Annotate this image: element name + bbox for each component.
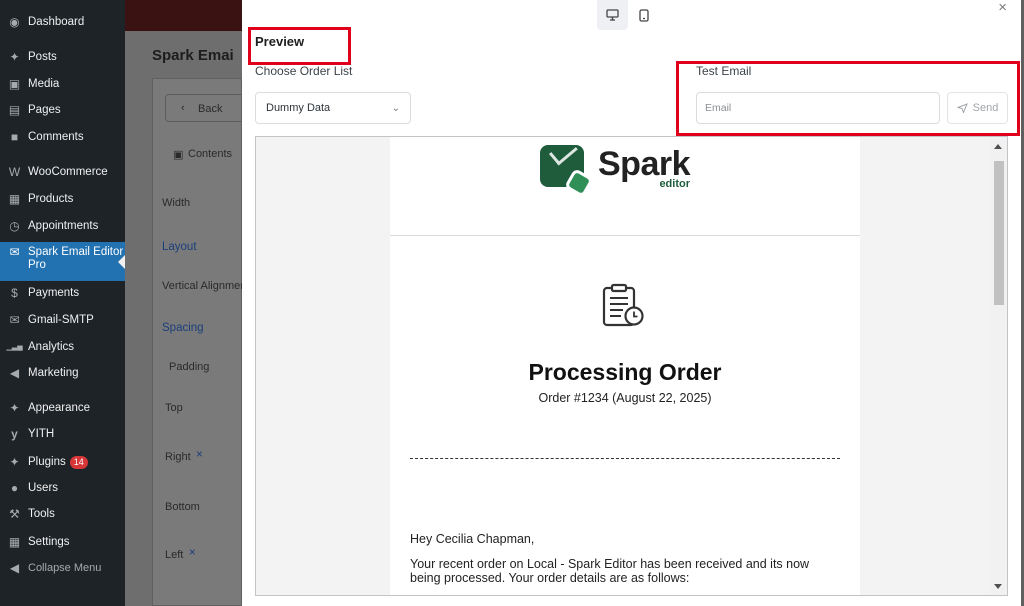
- email-header-divider: [390, 235, 860, 236]
- email-body-text: Your recent order on Local - Spark Edito…: [410, 557, 810, 585]
- send-icon: [956, 103, 968, 113]
- sidebar-item-appearance[interactable]: ✦ Appearance: [0, 402, 125, 415]
- sidebar-item-gmail-smtp[interactable]: ✉ Gmail-SMTP: [0, 314, 125, 327]
- page-title: Spark Emai: [152, 47, 234, 64]
- spark-icon: ✉: [9, 245, 20, 259]
- sidebar-item-analytics[interactable]: ▁▃▅ Analytics: [0, 341, 125, 354]
- clock-icon: ◷: [9, 219, 20, 233]
- brush-icon: ✦: [9, 401, 20, 415]
- payments-icon: $: [11, 286, 18, 300]
- sidebar-item-tools[interactable]: ⚒ Tools: [0, 508, 125, 521]
- sidebar-collapse-menu[interactable]: ◀ Collapse Menu: [0, 562, 125, 575]
- send-label: Send: [972, 102, 999, 114]
- sidebar-item-appointments[interactable]: ◷ Appointments: [0, 220, 125, 233]
- email-greeting: Hey Cecilia Chapman,: [410, 532, 535, 546]
- woocommerce-icon: W: [8, 165, 21, 179]
- order-list-select[interactable]: Dummy Data ⌄: [255, 92, 411, 124]
- vertical-alignment-label: Vertical Alignmer: [162, 280, 244, 292]
- send-button[interactable]: Send: [947, 92, 1008, 124]
- settings-icon: ▦: [8, 535, 21, 549]
- clipboard-clock-icon: [602, 283, 644, 327]
- order-list-value: Dummy Data: [266, 102, 331, 114]
- spacing-heading: Spacing: [162, 322, 204, 334]
- dashed-divider: [410, 458, 840, 459]
- products-icon: ▦: [8, 192, 21, 206]
- tab-contents[interactable]: Contents: [188, 148, 232, 160]
- email-heading: Processing Order: [528, 359, 722, 385]
- tools-icon: ⚒: [9, 507, 20, 521]
- desktop-icon: [606, 9, 619, 21]
- unlink-left-icon[interactable]: ×: [189, 547, 196, 559]
- email-preview-frame[interactable]: Spark editor Processing Order Order #123…: [255, 136, 1008, 596]
- sidebar-item-posts[interactable]: ✦ Posts: [0, 51, 125, 64]
- modal-title: Preview: [255, 34, 305, 49]
- logo-word: Spark: [598, 144, 691, 183]
- sidebar-item-plugins[interactable]: ✦ Plugins 14: [0, 456, 125, 469]
- back-label: Back: [198, 103, 223, 115]
- contents-icon: ▣: [173, 149, 184, 161]
- sidebar-item-products[interactable]: ▦ Products: [0, 193, 125, 206]
- mobile-icon: [638, 8, 649, 22]
- test-email-input[interactable]: [696, 92, 940, 124]
- collapse-icon: ◀: [9, 561, 20, 575]
- left-label: Left: [165, 549, 184, 561]
- layout-heading: Layout: [162, 241, 197, 253]
- sidebar-item-dashboard[interactable]: ◉ Dashboard: [0, 16, 125, 29]
- scroll-thumb[interactable]: [994, 161, 1004, 305]
- users-icon: ●: [10, 481, 19, 495]
- sidebar-item-users[interactable]: ● Users: [0, 482, 125, 495]
- padding-label: Padding: [169, 361, 210, 373]
- sidebar-item-payments[interactable]: $ Payments: [0, 287, 125, 300]
- width-label: Width: [162, 197, 191, 209]
- sidebar-item-spark-email-editor-pro[interactable]: ✉ Spark Email Editor Pro: [0, 242, 125, 281]
- top-label: Top: [165, 402, 183, 414]
- scroll-up-arrow-icon[interactable]: [994, 144, 1002, 149]
- spark-logo-icon: [540, 145, 595, 199]
- sidebar-item-pages[interactable]: ▤ Pages: [0, 104, 125, 117]
- comments-icon: ■: [10, 130, 19, 144]
- preview-scrollbar[interactable]: [990, 137, 1007, 595]
- sidebar-item-yith[interactable]: y YITH: [0, 428, 125, 441]
- megaphone-icon: ◀: [9, 366, 20, 380]
- bottom-label: Bottom: [165, 501, 200, 513]
- device-switcher: [597, 0, 659, 30]
- pin-icon: ✦: [9, 50, 20, 64]
- mail-icon: ✉: [9, 313, 20, 327]
- preview-modal: × Preview Choose Order List Dummy Data ⌄…: [242, 0, 1021, 606]
- close-icon[interactable]: ×: [998, 0, 1007, 16]
- sidebar-item-comments[interactable]: ■ Comments: [0, 131, 125, 144]
- admin-sidebar: ◉ Dashboard ✦ Posts ▣ Media ▤ Pages ■ Comment…: [0, 0, 125, 606]
- order-list-label: Choose Order List: [255, 64, 353, 78]
- yith-icon: y: [11, 427, 18, 441]
- mobile-view-button[interactable]: [628, 0, 659, 30]
- scroll-down-arrow-icon[interactable]: [994, 584, 1002, 589]
- order-number-date: Order #1234 (August 22, 2025): [538, 391, 712, 405]
- chevron-down-icon: ⌄: [391, 102, 400, 114]
- sidebar-item-media[interactable]: ▣ Media: [0, 78, 125, 91]
- right-label: Right: [165, 451, 191, 463]
- sidebar-item-marketing[interactable]: ◀ Marketing: [0, 367, 125, 380]
- sidebar-item-settings[interactable]: ▦ Settings: [0, 536, 125, 549]
- test-email-label: Test Email: [696, 64, 752, 78]
- back-chevron-icon: ‹: [181, 102, 185, 114]
- email-body: Spark editor Processing Order Order #123…: [390, 137, 860, 595]
- analytics-icon: ▁▃▅: [6, 344, 23, 351]
- logo-subtitle: editor: [659, 177, 690, 190]
- sidebar-item-woocommerce[interactable]: W WooCommerce: [0, 166, 125, 179]
- dashboard-icon: ◉: [9, 15, 20, 29]
- spark-editor-logo: Spark editor: [540, 144, 691, 199]
- unlink-right-icon[interactable]: ×: [196, 449, 203, 461]
- plugins-update-badge: 14: [69, 456, 88, 469]
- desktop-view-button[interactable]: [597, 0, 628, 30]
- pages-icon: ▤: [8, 103, 21, 117]
- media-icon: ▣: [8, 77, 21, 91]
- plugins-icon: ✦: [9, 455, 20, 469]
